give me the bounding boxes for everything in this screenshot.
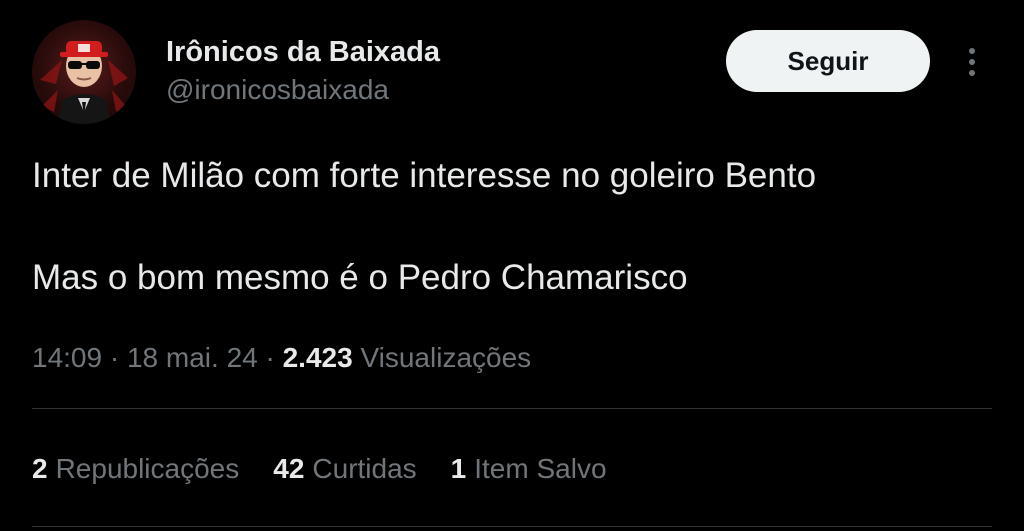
tweet-line: Mas o bom mesmo é o Pedro Chamarisco <box>32 258 688 297</box>
reposts-count: 2 <box>32 453 48 484</box>
tweet-line: Inter de Milão com forte interesse no go… <box>32 156 817 195</box>
avatar-figure-icon <box>40 41 128 124</box>
author-names: Irônicos da Baixada @ironicosbaixada <box>166 34 440 108</box>
more-dot <box>969 59 975 65</box>
tweet-meta: 14:09 · 18 mai. 24 · 2.423 Visualizações <box>32 338 531 378</box>
tweet-text: Inter de Milão com forte interesse no go… <box>32 150 992 303</box>
divider <box>32 408 992 409</box>
author-handle[interactable]: @ironicosbaixada <box>166 72 440 108</box>
tweet-line-gap <box>32 201 992 252</box>
reposts-stat[interactable]: 2 Republicações <box>32 449 239 489</box>
likes-count: 42 <box>273 453 305 484</box>
tweet-header: Irônicos da Baixada @ironicosbaixada Seg… <box>32 20 992 124</box>
meta-separator: · <box>265 342 275 373</box>
saves-label: Item Salvo <box>474 453 607 484</box>
more-dot <box>969 70 975 76</box>
tweet-time[interactable]: 14:09 <box>32 342 102 373</box>
likes-stat[interactable]: 42 Curtidas <box>273 449 416 489</box>
saves-stat[interactable]: 1 Item Salvo <box>451 449 607 489</box>
views-label: Visualizações <box>360 342 532 373</box>
saves-count: 1 <box>450 453 467 484</box>
divider <box>32 526 992 527</box>
more-dot <box>969 48 975 54</box>
tweet-stats: 2 Republicações 42 Curtidas 1 Item Salvo <box>32 449 607 489</box>
author-display-name[interactable]: Irônicos da Baixada <box>166 34 440 70</box>
meta-separator: · <box>109 342 120 373</box>
views-count: 2.423 <box>282 342 353 373</box>
author-avatar[interactable] <box>32 20 136 124</box>
reposts-label: Republicações <box>55 453 240 484</box>
tweet-date[interactable]: 18 mai. 24 <box>127 342 258 373</box>
likes-label: Curtidas <box>312 453 417 484</box>
follow-button[interactable]: Seguir <box>726 30 930 92</box>
more-vertical-icon[interactable] <box>957 42 987 82</box>
